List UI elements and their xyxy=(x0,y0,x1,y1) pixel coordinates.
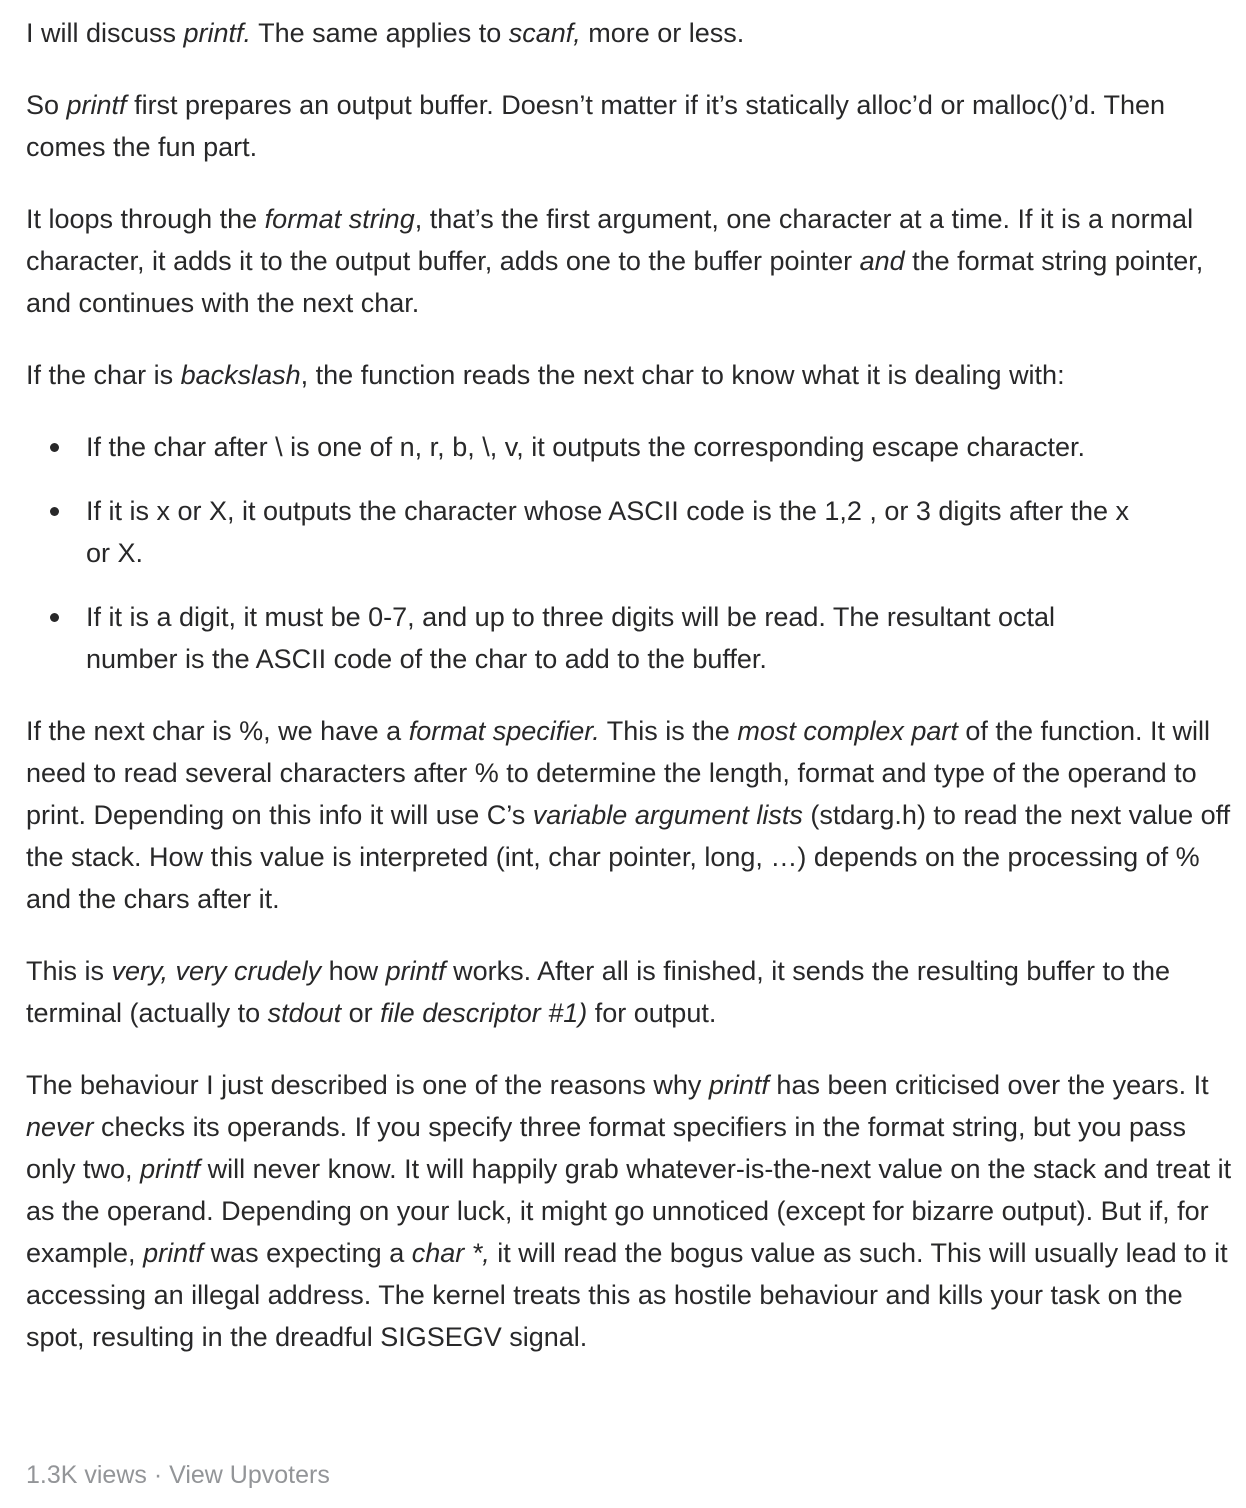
list-item: If the char after \ is one of n, r, b, \… xyxy=(50,426,1232,468)
text-run: This is the xyxy=(599,716,738,746)
italic-text: never xyxy=(26,1112,94,1142)
text-run: The same applies to xyxy=(251,18,509,48)
bullet-dot xyxy=(50,507,59,516)
list-item: If it is a digit, it must be 0-7, and up… xyxy=(50,596,1232,680)
italic-text: printf xyxy=(66,90,127,120)
text-run: , the function reads the next char to kn… xyxy=(300,360,1065,390)
text-run: was expecting a xyxy=(203,1238,412,1268)
bullet-dot xyxy=(50,613,59,622)
italic-text: printf xyxy=(385,956,446,986)
list-item-text: If the char after \ is one of n, r, b, \… xyxy=(86,432,1086,462)
italic-text: very, very crudely xyxy=(111,956,322,986)
list-item-text: If it is x or X, it outputs the characte… xyxy=(86,496,1130,568)
italic-text: printf xyxy=(143,1238,204,1268)
text-run: first prepares an output buffer. Doesn’t… xyxy=(26,90,1166,162)
italic-text: variable argument lists xyxy=(532,800,803,830)
text-run: If the char is xyxy=(26,360,181,390)
footer-separator: · xyxy=(146,1461,170,1489)
text-run: This is xyxy=(26,956,112,986)
answer-paragraph: So printf first prepares an output buffe… xyxy=(26,84,1232,168)
text-run: I will discuss xyxy=(26,18,184,48)
bullet-dot xyxy=(50,443,59,452)
answer-paragraph: I will discuss printf. The same applies … xyxy=(26,12,1232,54)
italic-text: char *, xyxy=(411,1238,490,1268)
answer-paragraph: This is very, very crudely how printf wo… xyxy=(26,950,1232,1034)
list-item-text: If it is a digit, it must be 0-7, and up… xyxy=(86,602,1056,674)
italic-text: file descriptor #1) xyxy=(380,998,588,1028)
text-run: for output. xyxy=(587,998,717,1028)
answer-footer: 1.3K views · View Upvoters xyxy=(26,1458,330,1492)
italic-text: printf xyxy=(708,1070,769,1100)
text-run: It loops through the xyxy=(26,204,265,234)
text-run: more or less. xyxy=(580,18,745,48)
text-run: has been criticised over the years. It xyxy=(768,1070,1209,1100)
answer-paragraph: The behaviour I just described is one of… xyxy=(26,1064,1232,1358)
answer-paragraph: If the next char is %, we have a format … xyxy=(26,710,1232,920)
text-run: So xyxy=(26,90,67,120)
view-upvoters-link[interactable]: View Upvoters xyxy=(169,1461,330,1489)
text-run: If the next char is %, we have a xyxy=(26,716,409,746)
paragraphs-before: I will discuss printf. The same applies … xyxy=(26,12,1232,396)
italic-text: stdout xyxy=(267,998,342,1028)
text-run: how xyxy=(321,956,386,986)
view-count: 1.3K views xyxy=(26,1461,147,1489)
answer-body: I will discuss printf. The same applies … xyxy=(26,12,1232,1388)
italic-text: printf. xyxy=(183,18,252,48)
answer-paragraph: It loops through the format string, that… xyxy=(26,198,1232,324)
italic-text: most complex part xyxy=(737,716,958,746)
italic-text: format specifier. xyxy=(408,716,600,746)
italic-text: printf xyxy=(140,1154,201,1184)
escape-list: If the char after \ is one of n, r, b, \… xyxy=(26,426,1232,680)
list-item: If it is x or X, it outputs the characte… xyxy=(50,490,1232,574)
text-run: or xyxy=(341,998,381,1028)
italic-text: format string xyxy=(264,204,415,234)
italic-text: backslash xyxy=(180,360,301,390)
answer-paragraph: If the char is backslash, the function r… xyxy=(26,354,1232,396)
italic-text: scanf, xyxy=(508,18,581,48)
text-run: The behaviour I just described is one of… xyxy=(26,1070,709,1100)
paragraphs-after: If the next char is %, we have a format … xyxy=(26,710,1232,1358)
italic-text: and xyxy=(859,246,905,276)
